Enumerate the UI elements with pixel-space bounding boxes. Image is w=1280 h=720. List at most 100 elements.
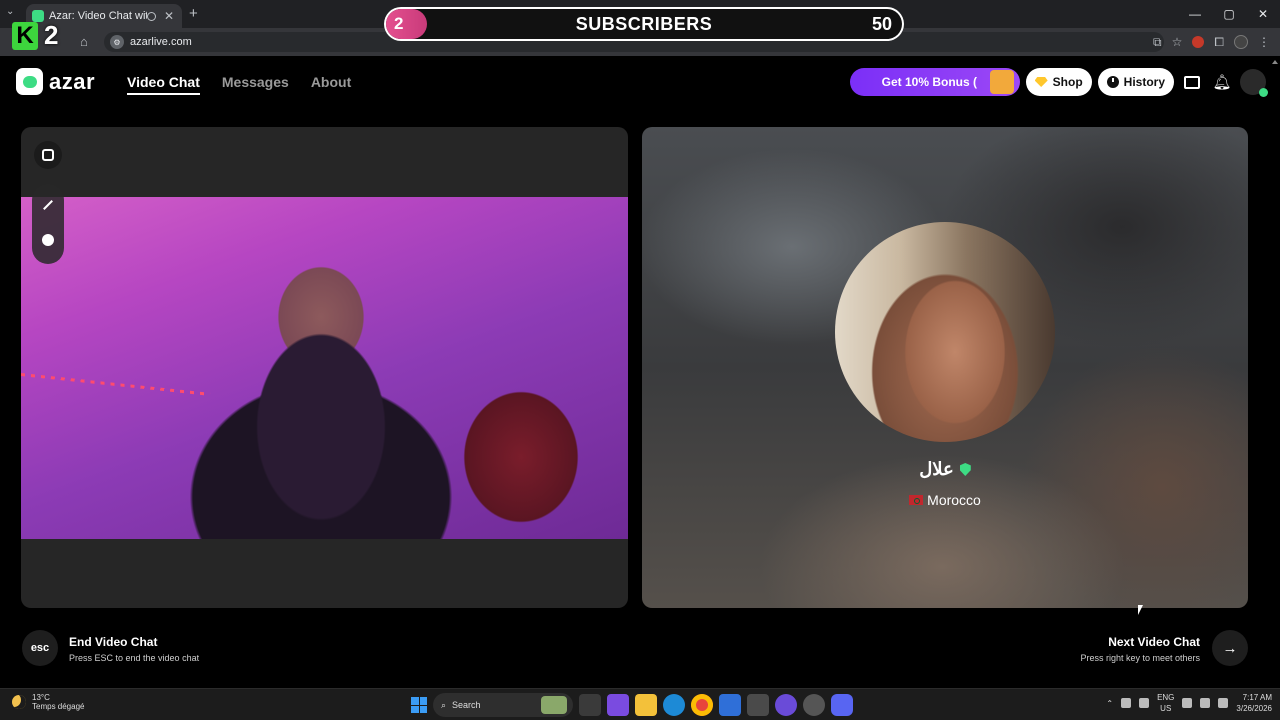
menu-kebab-icon[interactable]: ⋮ xyxy=(1258,35,1270,49)
notification-bell-icon[interactable]: 🔔︎ xyxy=(1210,70,1234,94)
next-chat-hint: Next Video Chat Press right key to meet … xyxy=(1080,635,1200,663)
next-chat-title: Next Video Chat xyxy=(1108,635,1200,649)
face-effects-button[interactable] xyxy=(34,226,62,254)
history-button[interactable]: History xyxy=(1097,68,1174,96)
moon-weather-icon xyxy=(12,695,26,709)
my-profile-avatar[interactable] xyxy=(1240,69,1268,97)
windows-taskbar: 13°C Temps dégagé ⌕ Search ⌃ ENG US 7:17… xyxy=(0,688,1280,720)
tray-chevron-icon[interactable]: ⌃ xyxy=(1106,699,1113,708)
nav-video-chat[interactable]: Video Chat xyxy=(127,74,200,95)
end-chat-button[interactable]: esc xyxy=(22,630,58,666)
taskbar-search[interactable]: ⌕ Search xyxy=(433,693,573,717)
tab-close-button[interactable]: ✕ xyxy=(162,9,176,23)
cast-icon[interactable]: ⧉ xyxy=(1153,35,1162,50)
subscriber-label: SUBSCRIBERS xyxy=(575,13,713,34)
onedrive-icon[interactable] xyxy=(1121,698,1132,708)
maximize-button[interactable]: ▢ xyxy=(1212,0,1246,28)
camera-effects-group xyxy=(32,184,64,264)
inbox-button[interactable] xyxy=(1180,70,1204,94)
bookmark-star-icon[interactable]: ☆ xyxy=(1172,35,1183,49)
toolbar-right: ⧉ ☆ ⧠ ⋮ xyxy=(1153,28,1280,56)
peer-country: Morocco xyxy=(927,492,981,508)
close-window-button[interactable]: ✕ xyxy=(1246,0,1280,28)
search-icon: ⌕ xyxy=(441,699,447,710)
nav-messages[interactable]: Messages xyxy=(222,74,289,95)
verified-shield-icon xyxy=(959,463,971,476)
window-controls: — ▢ ✕ xyxy=(1178,0,1280,28)
minimize-button[interactable]: — xyxy=(1178,0,1212,28)
bonus-label: Get 10% Bonus ( xyxy=(881,75,978,89)
search-label: Search xyxy=(452,700,481,710)
my-camera-feed xyxy=(21,197,628,539)
steam-icon[interactable] xyxy=(803,694,825,716)
end-chat-subtitle: Press ESC to end the video chat xyxy=(69,653,200,663)
tab-title: Azar: Video Chat with New xyxy=(49,10,147,22)
task-view-icon[interactable] xyxy=(579,694,601,716)
channel-badge: K 2 xyxy=(12,20,58,51)
windows-start-icon[interactable] xyxy=(411,697,427,713)
mouse-cursor xyxy=(1138,605,1148,615)
led-strip xyxy=(21,373,211,396)
extensions-puzzle-icon[interactable]: ⧠ xyxy=(1214,35,1224,50)
mail-icon[interactable] xyxy=(719,694,741,716)
channel-logo: K xyxy=(12,21,38,50)
next-chat-subtitle: Press right key to meet others xyxy=(1080,653,1200,663)
page-scrollbar[interactable] xyxy=(1272,56,1278,690)
search-highlight-icon xyxy=(541,696,567,714)
azar-logo[interactable]: azar xyxy=(16,68,95,95)
shop-label: Shop xyxy=(1052,75,1083,89)
peer-video-panel: علال Morocco xyxy=(642,127,1248,608)
tab-list-button[interactable]: ⌄ xyxy=(6,6,14,17)
site-info-icon[interactable]: ⚙ xyxy=(110,35,124,49)
extension-icon[interactable] xyxy=(1192,36,1205,48)
gem-icon xyxy=(1034,77,1048,87)
expand-button[interactable] xyxy=(34,141,62,169)
weather-text: Temps dégagé xyxy=(32,702,85,711)
clock-icon xyxy=(1106,76,1119,88)
header-actions: Get 10% Bonus ( Shop History 🔔︎ xyxy=(849,68,1268,97)
my-video-panel xyxy=(21,127,628,608)
system-clock[interactable]: 7:17 AM 3/26/2026 xyxy=(1236,692,1272,714)
next-chat-button[interactable]: → xyxy=(1212,630,1248,666)
m365-copilot-icon[interactable] xyxy=(607,694,629,716)
shop-button[interactable]: Shop xyxy=(1025,68,1092,96)
end-chat-title: End Video Chat xyxy=(69,635,158,649)
weather-temp: 13°C xyxy=(32,693,50,702)
peer-name: علال xyxy=(919,459,954,479)
obs-icon[interactable] xyxy=(775,694,797,716)
smiley-icon xyxy=(42,234,54,246)
lang-bottom: US xyxy=(1160,704,1172,713)
recording-icon xyxy=(147,11,156,21)
bonus-banner-button[interactable]: Get 10% Bonus ( xyxy=(849,68,1020,96)
azar-logo-icon xyxy=(16,68,43,95)
url-text: azarlive.com xyxy=(130,36,192,48)
discord-icon[interactable] xyxy=(831,694,853,716)
expand-icon xyxy=(42,149,54,161)
end-chat-hint: End Video Chat Press ESC to end the vide… xyxy=(69,635,199,663)
main-nav: Video Chat Messages About xyxy=(127,74,351,95)
nav-about[interactable]: About xyxy=(311,74,351,95)
inbox-icon xyxy=(1184,75,1200,89)
magic-wand-icon xyxy=(43,200,53,210)
subscriber-goal: 50 xyxy=(871,14,892,34)
edge-browser-icon[interactable] xyxy=(663,694,685,716)
lang-top: ENG xyxy=(1157,693,1175,702)
microphone-icon[interactable] xyxy=(1139,698,1150,708)
subscriber-goal-bar: 2 SUBSCRIBERS 50 xyxy=(384,7,904,41)
chrome-icon[interactable] xyxy=(691,694,713,716)
history-label: History xyxy=(1123,75,1165,89)
volume-icon[interactable] xyxy=(1200,698,1211,708)
system-tray: ⌃ ENG US 7:17 AM 3/26/2026 xyxy=(1106,692,1272,714)
battery-icon[interactable] xyxy=(1218,698,1229,708)
weather-widget[interactable]: 13°C Temps dégagé xyxy=(12,693,84,711)
beauty-filter-button[interactable] xyxy=(34,191,62,219)
profile-avatar-icon[interactable] xyxy=(1234,35,1248,49)
peer-country-row: Morocco xyxy=(642,492,1248,508)
file-explorer-icon[interactable] xyxy=(635,694,657,716)
language-indicator[interactable]: ENG US xyxy=(1157,692,1174,714)
new-tab-button[interactable]: + xyxy=(189,5,198,22)
subscriber-current: 2 xyxy=(394,14,404,33)
network-icon[interactable] xyxy=(1182,698,1193,708)
microsoft-store-icon[interactable] xyxy=(747,694,769,716)
home-icon[interactable]: ⌂ xyxy=(80,34,88,49)
